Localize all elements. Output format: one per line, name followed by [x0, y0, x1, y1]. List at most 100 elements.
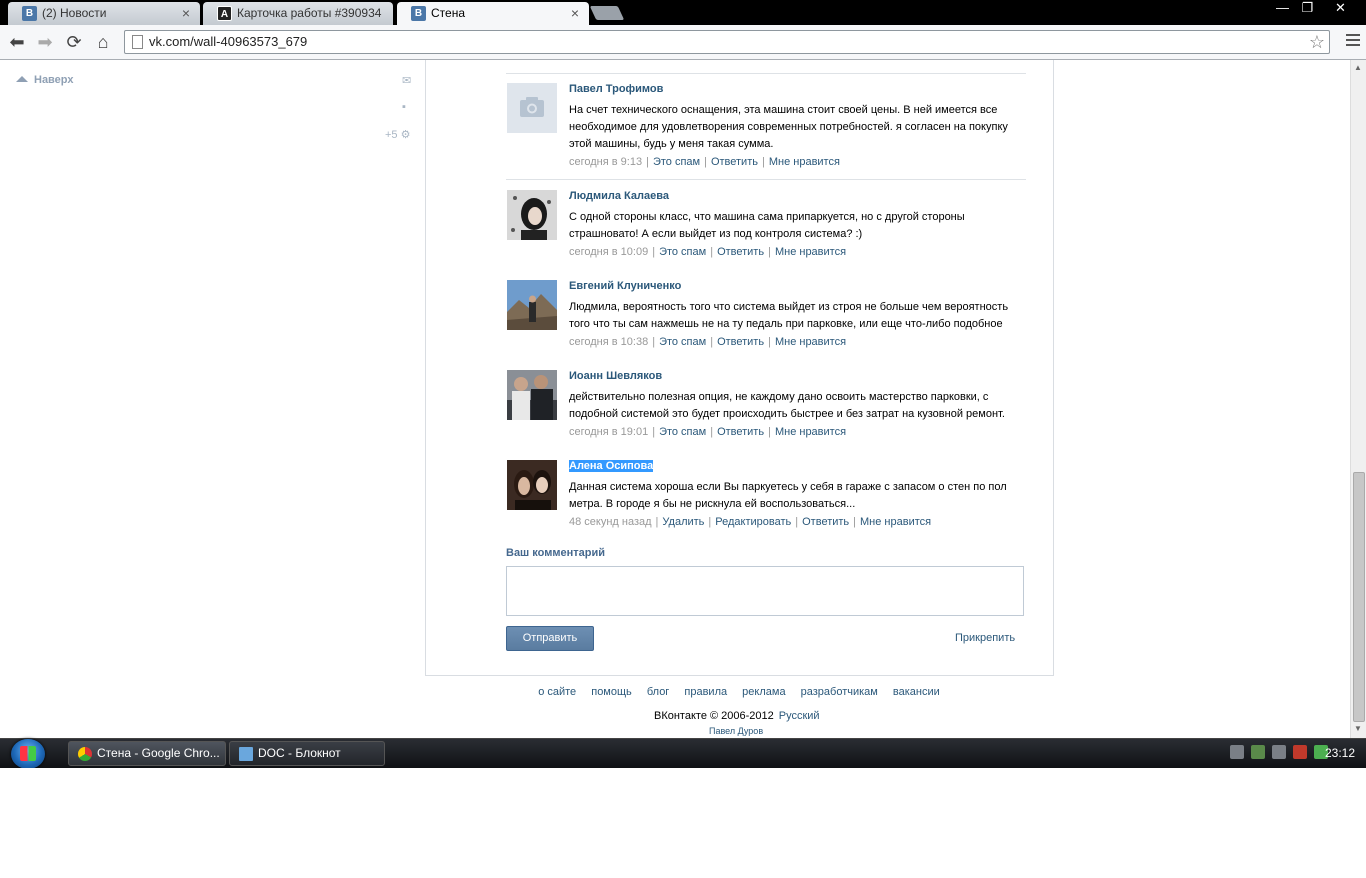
forward-arrow-icon[interactable]: ➡ [33, 30, 57, 54]
comment-time[interactable]: 48 секунд назад [569, 516, 652, 528]
start-button[interactable] [11, 739, 45, 769]
comment-author[interactable]: Павел Трофимов [569, 83, 663, 95]
spam-link[interactable]: Это спам [659, 426, 706, 438]
like-link[interactable]: Мне нравится [775, 246, 846, 258]
settings-counter[interactable]: +5 ⚙ [385, 128, 410, 141]
footer-link-rules[interactable]: правила [684, 686, 727, 698]
bookmark-star-icon[interactable]: ☆ [1309, 31, 1325, 53]
taskbar-clock[interactable]: 23:12 [1325, 739, 1355, 767]
comment-time[interactable]: сегодня в 10:09 [569, 246, 648, 258]
tab-wall[interactable]: В Стена × [397, 2, 589, 26]
attach-link[interactable]: Прикрепить [955, 632, 1015, 644]
comment-time[interactable]: сегодня в 19:01 [569, 426, 648, 438]
page-scrollbar[interactable]: ▲ ▼ [1350, 60, 1366, 738]
footer-link-developers[interactable]: разработчикам [801, 686, 878, 698]
comment-item: Иоанн Шевляков действительно полезная оп… [506, 360, 1026, 450]
spam-link[interactable]: Это спам [653, 156, 700, 168]
tab-label: (2) Новости [42, 6, 107, 20]
avatar[interactable] [507, 83, 557, 133]
comment-meta: сегодня в 10:38 | Это спам | Ответить | Мне нр… [569, 336, 847, 348]
reply-link[interactable]: Ответить [717, 426, 764, 438]
comment-item: Алена Осипова Данная система хороша если… [506, 450, 1026, 535]
comment-meta: сегодня в 10:09 | Это спам | Ответить | Мне нр… [569, 246, 847, 258]
avatar-photo [507, 460, 557, 510]
footer-link-about[interactable]: о сайте [538, 686, 576, 698]
browser-toolbar: ⬅ ➡ ⟳ ⌂ vk.com/wall-40963573_679 ☆ [0, 25, 1366, 60]
tab-work-card[interactable]: A Карточка работы #390934 [203, 2, 393, 25]
back-arrow-icon[interactable]: ⬅ [5, 30, 29, 54]
system-tray [1230, 745, 1332, 763]
comment-item: Евгений Клуниченко Людмила, вероятность … [506, 270, 1026, 360]
taskbar-chrome-button[interactable]: Стена - Google Chro... [68, 741, 226, 766]
avatar[interactable] [507, 280, 557, 330]
founder-link[interactable]: Павел Дуров [709, 726, 763, 736]
network-icon[interactable] [1272, 745, 1287, 759]
avatar[interactable] [507, 370, 557, 420]
comment-meta: сегодня в 19:01 | Это спам | Ответить | Мне нр… [569, 426, 847, 438]
footer-link-jobs[interactable]: вакансии [893, 686, 940, 698]
avatar[interactable] [507, 460, 557, 510]
home-icon[interactable]: ⌂ [91, 30, 115, 54]
reply-link[interactable]: Ответить [717, 336, 764, 348]
taskbar-notepad-button[interactable]: DOC - Блокнот [229, 741, 385, 766]
send-button[interactable]: Отправить [506, 626, 594, 651]
reply-link[interactable]: Ответить [802, 516, 849, 528]
avatar-photo [507, 190, 557, 240]
browser-tab-strip: В (2) Новости × A Карточка работы #39093… [0, 0, 1366, 26]
a-favicon-icon: A [217, 6, 232, 21]
comment-author[interactable]: Иоанн Шевляков [569, 370, 662, 382]
reload-icon[interactable]: ⟳ [62, 30, 86, 54]
chrome-icon [78, 747, 92, 761]
close-icon[interactable]: × [571, 2, 579, 24]
tray-app-icon[interactable] [1230, 745, 1244, 759]
close-icon[interactable]: × [182, 2, 190, 24]
reply-link[interactable]: Ответить [717, 246, 764, 258]
like-link[interactable]: Мне нравится [769, 156, 840, 168]
comment-author[interactable]: Алена Осипова [569, 460, 654, 472]
comment-item: Людмила Калаева С одной стороны класс, ч… [506, 180, 1026, 270]
page-viewport: Наверх ✉ ▪ +5 ⚙ Павел Трофимов На счет т… [0, 60, 1350, 738]
taskbar-button-label: Стена - Google Chro... [97, 746, 220, 760]
language-link[interactable]: Русский [779, 710, 820, 722]
minimize-button[interactable]: — [1270, 0, 1295, 18]
restore-button[interactable]: ❐ [1295, 0, 1320, 18]
like-link[interactable]: Мне нравится [860, 516, 931, 528]
comment-author[interactable]: Людмила Калаева [569, 190, 669, 202]
scroll-thumb[interactable] [1353, 472, 1365, 722]
reply-link[interactable]: Ответить [711, 156, 758, 168]
like-link[interactable]: Мне нравится [775, 336, 846, 348]
comment-input[interactable] [506, 566, 1024, 616]
comment-time[interactable]: сегодня в 10:38 [569, 336, 648, 348]
menu-icon[interactable] [1346, 34, 1360, 50]
mail-icon[interactable]: ✉ [402, 74, 411, 87]
close-window-button[interactable]: ✕ [1328, 0, 1353, 18]
new-tab-button[interactable] [589, 6, 625, 20]
avatar[interactable] [507, 190, 557, 240]
blank-area [0, 768, 1366, 878]
scroll-down-icon[interactable]: ▼ [1354, 724, 1362, 733]
scroll-up-icon[interactable]: ▲ [1354, 63, 1362, 72]
copyright-text: ВКонтакте © 2006-2012 [654, 710, 774, 722]
volume-icon[interactable] [1293, 745, 1308, 759]
to-top-label: Наверх [34, 74, 74, 86]
page-icon [132, 35, 143, 49]
footer-link-blog[interactable]: блог [647, 686, 669, 698]
comment-author[interactable]: Евгений Клуниченко [569, 280, 681, 292]
vk-favicon-icon: В [411, 6, 426, 21]
scroll-to-top-link[interactable]: Наверх [16, 74, 74, 86]
comment-time[interactable]: сегодня в 9:13 [569, 156, 642, 168]
footer-link-help[interactable]: помощь [591, 686, 632, 698]
tray-app-icon[interactable] [1251, 745, 1266, 759]
notepad-icon [239, 747, 253, 761]
edit-link[interactable]: Редактировать [715, 516, 791, 528]
comment-text: действительно полезная опция, не каждому… [569, 391, 1005, 420]
like-link[interactable]: Мне нравится [775, 426, 846, 438]
spam-link[interactable]: Это спам [659, 336, 706, 348]
comment-text: Людмила, вероятность того что система вы… [569, 301, 1009, 330]
delete-link[interactable]: Удалить [662, 516, 704, 528]
footer-link-ads[interactable]: реклама [742, 686, 785, 698]
address-bar[interactable]: vk.com/wall-40963573_679 ☆ [124, 30, 1330, 54]
tab-news[interactable]: В (2) Новости × [8, 2, 200, 25]
comment-icon[interactable]: ▪ [402, 101, 406, 113]
spam-link[interactable]: Это спам [659, 246, 706, 258]
